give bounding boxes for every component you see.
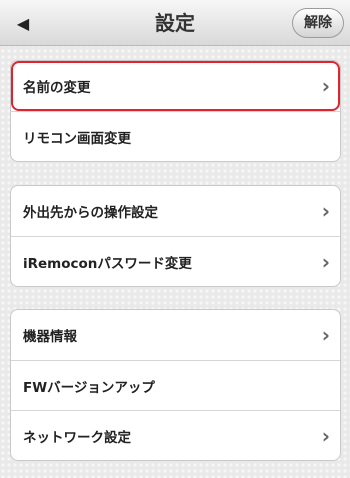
menu-item-fw-update[interactable]: FWバージョンアップ	[11, 360, 340, 410]
nav-bar: ◀ 設定 解除	[0, 0, 350, 46]
chevron-right-icon: ›	[321, 249, 330, 274]
menu-item-label: 機器情報	[23, 329, 77, 345]
menu-item-label: iRemoconパスワード変更	[23, 255, 192, 272]
menu-item-label: 外出先からの操作設定	[23, 205, 158, 221]
menu-item-label: 名前の変更	[23, 80, 91, 96]
menu-item-label: FWバージョンアップ	[23, 379, 155, 396]
menu-item-label: リモコン画面変更	[23, 130, 131, 147]
chevron-right-icon: ›	[321, 323, 330, 347]
settings-group-2: 外出先からの操作設定 › iRemoconパスワード変更 ›	[10, 185, 341, 287]
menu-item-password[interactable]: iRemoconパスワード変更 ›	[11, 236, 340, 286]
chevron-right-icon: ›	[321, 74, 330, 98]
settings-group-3: 機器情報 › FWバージョンアップ ネットワーク設定 ›	[10, 309, 341, 461]
menu-item-rename[interactable]: 名前の変更 ›	[11, 61, 340, 111]
chevron-right-icon: ›	[321, 423, 330, 448]
page-title: 設定	[155, 11, 195, 35]
back-arrow-icon: ◀	[16, 13, 30, 33]
menu-item-network[interactable]: ネットワーク設定 ›	[11, 410, 340, 460]
settings-group-1: 名前の変更 › リモコン画面変更	[10, 60, 341, 162]
chevron-right-icon: ›	[321, 199, 330, 223]
menu-item-device-info[interactable]: 機器情報 ›	[11, 310, 340, 360]
unlock-button[interactable]: 解除	[292, 8, 344, 38]
menu-item-remote-screen[interactable]: リモコン画面変更	[11, 111, 340, 161]
back-button[interactable]: ◀	[0, 0, 46, 46]
menu-item-label: ネットワーク設定	[23, 429, 131, 446]
menu-item-remote-access[interactable]: 外出先からの操作設定 ›	[11, 186, 340, 236]
